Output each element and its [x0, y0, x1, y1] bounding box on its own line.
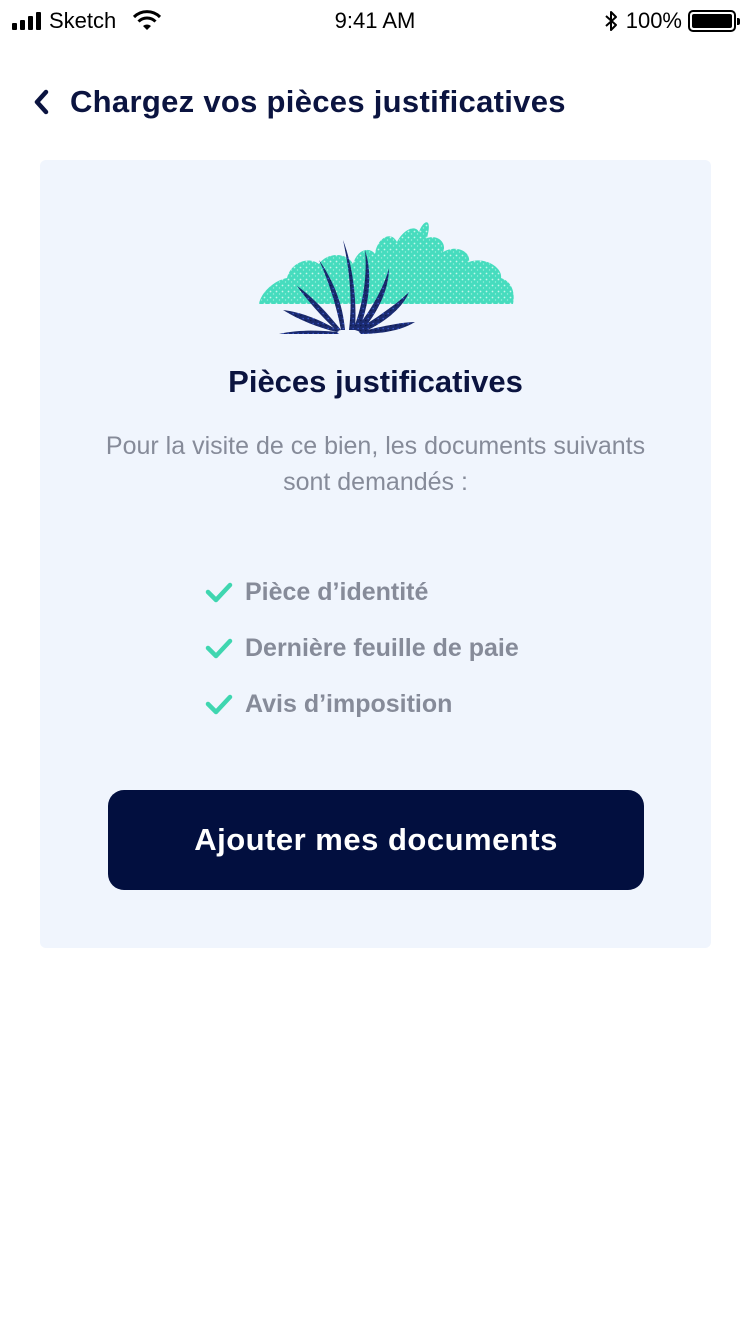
plant-illustration	[259, 222, 514, 334]
battery-icon	[688, 10, 740, 32]
status-bar: Sketch 9:41 AM 100%	[0, 0, 750, 40]
check-icon	[205, 694, 233, 715]
document-label: Pièce d’identité	[245, 577, 429, 606]
list-item: Pièce d’identité	[205, 564, 519, 620]
documents-list: Pièce d’identité Dernière feuille de pai…	[205, 564, 519, 732]
page-title: Chargez vos pièces justificatives	[70, 84, 566, 119]
battery-percent: 100%	[625, 8, 682, 33]
status-right: 100%	[604, 8, 740, 34]
bluetooth-icon	[605, 11, 617, 31]
check-icon	[205, 582, 233, 603]
header: Chargez vos pièces justificatives	[28, 80, 566, 124]
document-label: Avis d’imposition	[245, 689, 453, 718]
list-item: Dernière feuille de paie	[205, 620, 519, 676]
card-title: Pièces justificatives	[228, 364, 523, 399]
list-item: Avis d’imposition	[205, 676, 519, 732]
screen: Sketch 9:41 AM 100% Chargez vos pièces j…	[0, 0, 750, 1334]
document-label: Dernière feuille de paie	[245, 633, 519, 662]
card-description: Pour la visite de ce bien, les documents…	[105, 432, 646, 496]
check-icon	[205, 638, 233, 659]
back-button[interactable]	[28, 88, 56, 116]
chevron-left-icon	[34, 89, 49, 115]
add-documents-button[interactable]: Ajouter mes documents	[108, 790, 644, 890]
documents-card: Pièces justificatives Pour la visite de …	[40, 160, 711, 948]
